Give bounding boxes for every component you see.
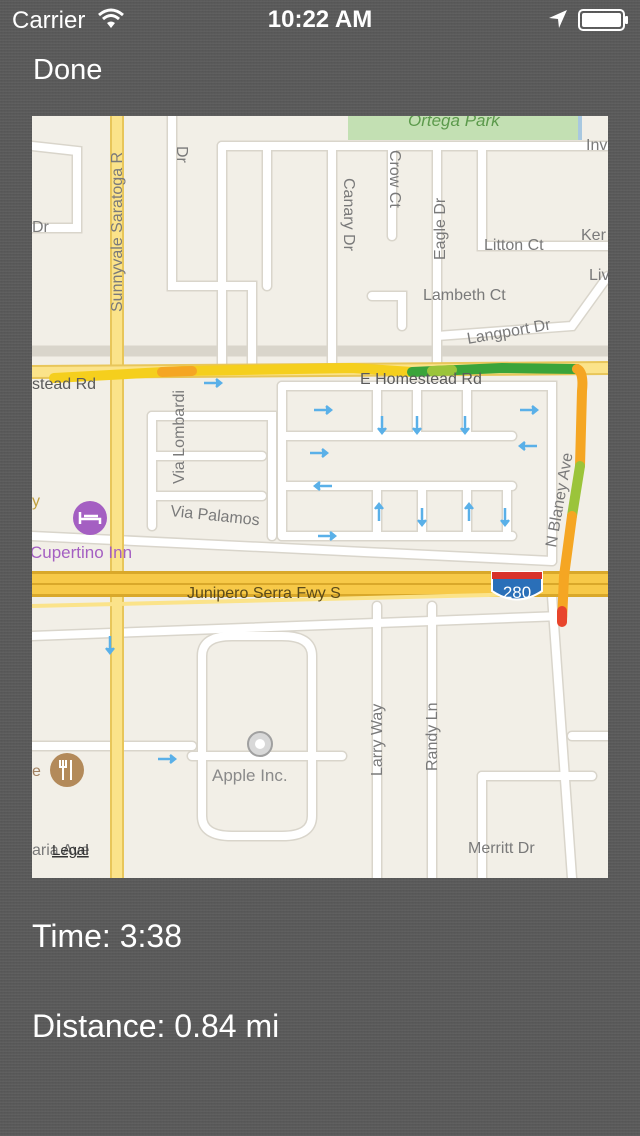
restaurant-icon[interactable] (50, 753, 84, 787)
distance-label: Distance: 0.84 mi (32, 1008, 280, 1044)
status-time: 10:22 AM (267, 6, 373, 33)
route-map[interactable]: 280 Ortega Park Inv Sunnyvale Saratoga R… (32, 116, 608, 878)
status-bar: Carrier 10:22 AM (0, 0, 640, 40)
label-dr-top: Dr (173, 146, 190, 164)
shield-280-label: 280 (503, 583, 531, 602)
label-ker: Ker (581, 227, 607, 244)
done-button[interactable]: Done (33, 54, 102, 87)
label-crow-ct: Crow Ct (386, 150, 403, 208)
label-eagle-dr: Eagle Dr (432, 197, 449, 260)
label-litton-ct: Litton Ct (484, 237, 544, 254)
legal-link[interactable]: Legal (52, 842, 89, 859)
label-lambeth-ct: Lambeth Ct (423, 287, 506, 304)
label-cupertino-inn: Cupertino Inn (32, 543, 132, 562)
time-label: Time: 3:38 (32, 918, 182, 954)
location-arrow-icon (549, 10, 567, 28)
label-e-homestead-rd: E Homestead Rd (360, 371, 482, 388)
label-inv: Inv (586, 137, 607, 154)
label-liv: Liv (589, 267, 608, 284)
hotel-icon[interactable] (73, 501, 107, 535)
label-y-fragment: y (32, 493, 40, 510)
label-via-lombardi: Via Lombardi (171, 390, 188, 484)
battery-icon (578, 9, 628, 31)
label-randy-ln: Randy Ln (424, 703, 441, 772)
label-apple-inc: Apple Inc. (212, 766, 288, 785)
label-junipero-serra: Junipero Serra Fwy S (187, 585, 341, 602)
label-ortega-park: Ortega Park (408, 116, 501, 130)
label-stead-rd: stead Rd (32, 376, 96, 393)
label-e-fragment: e (32, 763, 41, 780)
label-sunnyvale-saratoga: Sunnyvale Saratoga R (109, 152, 126, 312)
apple-pin-icon[interactable] (247, 731, 273, 757)
label-dr-left: Dr (32, 219, 50, 236)
label-canary-dr: Canary Dr (340, 178, 357, 252)
label-larry-way: Larry Way (369, 704, 386, 776)
label-merritt-dr: Merritt Dr (468, 840, 535, 857)
